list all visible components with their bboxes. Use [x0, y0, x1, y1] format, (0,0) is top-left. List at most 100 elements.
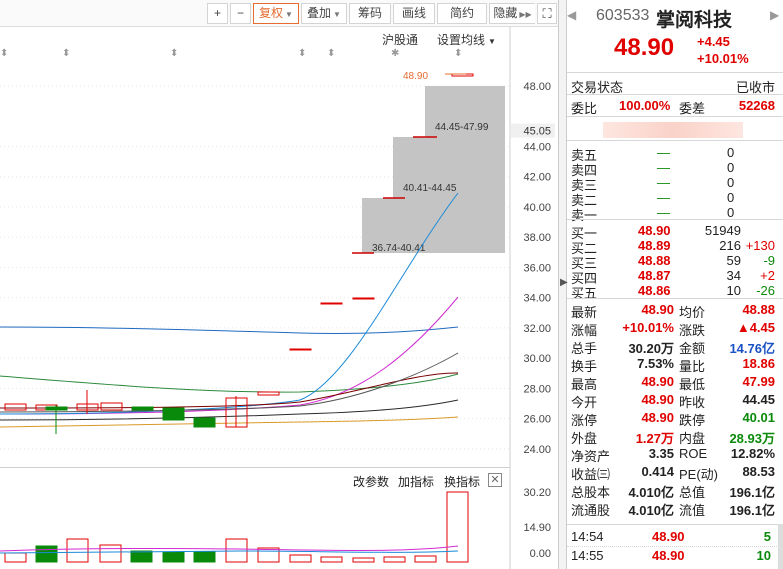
weicha-value: 52268 — [738, 98, 775, 113]
sell-price: — — [657, 160, 670, 175]
stat-label: 总股本 — [571, 485, 611, 500]
buy-price: 48.86 — [638, 283, 671, 298]
stat-label: 今开 — [571, 395, 598, 410]
stat-value: 0.414 — [641, 464, 674, 479]
buy-volume-change: -9 — [763, 253, 775, 268]
candle — [100, 402, 123, 411]
quote-panel: ◀ 603533 掌阅科技 ▶ 48.90 +4.45 +10.01% 交易状态… — [567, 0, 783, 569]
prev-stock-icon[interactable]: ◀ — [567, 8, 576, 22]
stat-label: 量比 — [679, 359, 706, 374]
buy-level-label: 买五 — [571, 286, 598, 301]
price-tick-label: 40.00 — [523, 202, 551, 214]
divider — [567, 298, 783, 299]
buy-volume: 51949 — [704, 223, 741, 238]
candle — [289, 348, 312, 351]
volume-bar — [352, 557, 375, 563]
volume-bar — [414, 555, 437, 563]
sell-volume: 0 — [727, 145, 735, 160]
buy-price: 48.90 — [638, 223, 671, 238]
stat-value: 44.45 — [742, 392, 775, 407]
buy-volume-change: +2 — [760, 268, 775, 283]
volume-bar — [162, 551, 185, 563]
tick-time: 14:54 — [571, 529, 604, 544]
stat-label: 涨幅 — [571, 323, 598, 338]
stat-value: 47.99 — [742, 374, 775, 389]
stock-name: 掌阅科技 — [656, 10, 733, 31]
stat-value: 3.35 — [648, 446, 674, 461]
stat-value: 4.010亿 — [628, 485, 674, 500]
stat-label: 涨跌 — [679, 323, 706, 338]
sell-volume: 0 — [727, 205, 735, 220]
stat-label: 内盘 — [679, 431, 706, 446]
candle — [131, 406, 154, 411]
stat-value: 48.88 — [742, 302, 775, 317]
sell-volume: 0 — [727, 160, 735, 175]
stat-value: 12.82% — [730, 446, 775, 461]
price-tick-label: 44.00 — [523, 141, 551, 153]
stat-value: 40.01 — [742, 410, 775, 425]
candle — [257, 391, 280, 396]
add-indicator-link[interactable]: 加指标 — [398, 473, 434, 490]
tick-volume: 5 — [763, 529, 771, 544]
volume-bar — [130, 550, 153, 563]
stat-value: +10.01% — [622, 320, 674, 335]
current-price: 48.90 — [614, 34, 675, 61]
stock-code: 603533 — [596, 7, 650, 24]
buy-volume-change: -26 — [756, 283, 775, 298]
price-tick-label: 28.00 — [523, 383, 551, 395]
change-params-link[interactable]: 改参数 — [353, 473, 389, 490]
stat-label: 外盘 — [571, 431, 598, 446]
tick-scrollbar[interactable] — [778, 524, 783, 569]
stat-label: 昨收 — [679, 395, 706, 410]
stat-label: ROE — [679, 446, 708, 461]
next-stock-icon[interactable]: ▶ — [770, 8, 779, 22]
stat-label: 最新 — [571, 305, 598, 320]
stat-label: PE(动) — [679, 467, 719, 482]
panel-splitter[interactable]: ▶ — [558, 0, 568, 569]
stat-value: 196.1亿 — [729, 503, 775, 518]
price-tick-label: 26.00 — [523, 414, 551, 426]
stat-value: 48.90 — [641, 374, 674, 389]
sell-price: — — [657, 145, 670, 160]
price-tick-label: 30.00 — [523, 353, 551, 365]
stat-value: 88.53 — [742, 464, 775, 479]
buy-volume: 59 — [726, 253, 741, 268]
stat-value: ▲4.45 — [736, 320, 775, 335]
blurred-ad-banner[interactable] — [603, 122, 743, 138]
volume-bar — [257, 547, 280, 563]
stat-label: 最低 — [679, 377, 706, 392]
stat-label: 总手 — [571, 341, 598, 356]
kline-panel: + − 复权 ▼ 叠加 ▼ 筹码 画线 简约 隐藏 ▶▶ ⛶ 沪股通 设置均线 ▼ ⬍ … — [0, 0, 558, 569]
tick-price: 48.90 — [652, 529, 685, 544]
tick-time: 14:55 — [571, 548, 604, 563]
tick-volume: 10 — [756, 548, 771, 563]
volume-bar — [99, 544, 122, 563]
divider — [567, 140, 783, 141]
candle — [320, 302, 343, 305]
stat-label: 净资产 — [571, 449, 611, 464]
volume-bar — [66, 538, 89, 563]
stat-label: 流值 — [679, 503, 706, 518]
buy-price: 48.88 — [638, 253, 671, 268]
stat-value: 7.53% — [637, 356, 674, 371]
close-icon[interactable]: ✕ — [488, 473, 502, 487]
stat-label: 均价 — [679, 305, 706, 320]
price-tick-label: 42.00 — [523, 172, 551, 184]
sell-level-label: 卖一 — [571, 208, 598, 223]
volume-tick-label: 14.90 — [523, 522, 551, 534]
buy-volume: 34 — [726, 268, 741, 283]
stat-value: 28.93万 — [729, 431, 775, 446]
chip-range-label: 44.45-47.99 — [435, 122, 489, 133]
divider — [567, 94, 783, 95]
divider — [567, 524, 783, 525]
switch-indicator-link[interactable]: 换指标 — [444, 473, 480, 490]
stat-label: 金额 — [679, 341, 706, 356]
stat-value: 14.76亿 — [729, 341, 775, 356]
price-tick-label: 32.00 — [523, 323, 551, 335]
price-tick-label: 36.00 — [523, 262, 551, 274]
buy-volume: 216 — [719, 238, 741, 253]
chip-range-label: 40.41-44.45 — [403, 183, 457, 194]
peak-price-label: 48.90 — [403, 71, 429, 82]
price-change-pct: +10.01% — [697, 51, 749, 66]
candle — [352, 297, 375, 300]
